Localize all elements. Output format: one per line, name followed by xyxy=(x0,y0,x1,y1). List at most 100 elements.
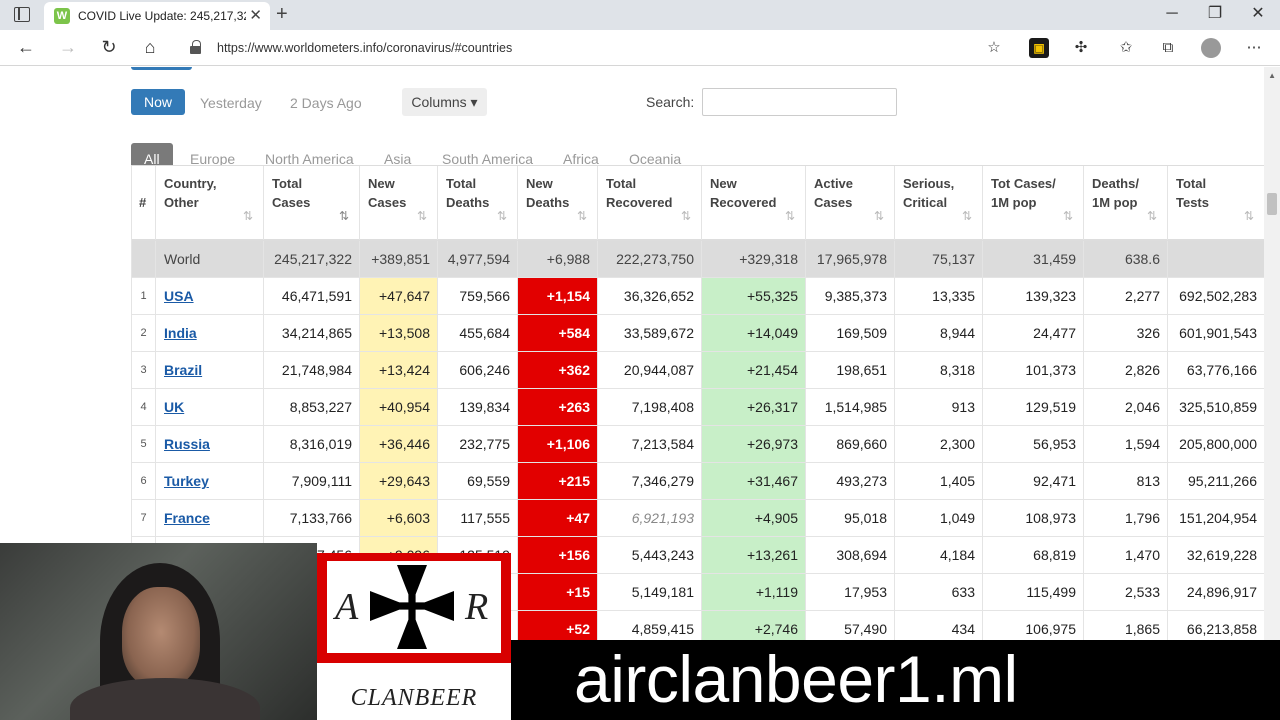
country-link[interactable]: USA xyxy=(164,288,194,304)
search-label: Search: xyxy=(646,94,695,110)
country-link[interactable]: France xyxy=(164,510,210,526)
header-deaths-per-1m[interactable]: Deaths/1M pop ⇅ xyxy=(1084,166,1168,240)
more-menu-icon[interactable]: ⋯ xyxy=(1244,38,1264,58)
collections-icon[interactable]: ⧉ xyxy=(1158,38,1178,58)
cell-total-deaths: 606,246 xyxy=(438,352,518,388)
cell-active-cases: 198,651 xyxy=(806,352,895,388)
header-new-cases-line2: Cases xyxy=(368,195,407,210)
window-close-icon[interactable]: ✕ xyxy=(1248,5,1268,23)
cell-serious-critical: 8,318 xyxy=(895,352,983,388)
cell-total-tests: 63,776,166 xyxy=(1168,352,1264,388)
search-input[interactable] xyxy=(702,88,897,116)
sort-icon: ⇅ xyxy=(576,209,587,223)
cell-active-cases: 17,953 xyxy=(806,574,895,610)
cell-total-cases: 245,217,322 xyxy=(264,241,360,277)
header-country[interactable]: Country, Other ⇅ xyxy=(156,166,264,240)
country-link[interactable]: Russia xyxy=(164,436,210,452)
cell-total-recovered: 20,944,087 xyxy=(598,352,702,388)
cell-deaths-per-1m: 2,277 xyxy=(1084,278,1168,314)
cell-new-recovered: +26,973 xyxy=(702,426,806,462)
cell-rank: 6 xyxy=(132,463,156,499)
favorites-icon[interactable]: ✩ xyxy=(1116,38,1136,58)
cell-new-cases: +6,603 xyxy=(360,500,438,536)
header-total-recovered-line2: Recovered xyxy=(606,195,673,210)
tab-actions-icon[interactable] xyxy=(14,7,30,22)
scroll-up-arrow-icon[interactable]: ▲ xyxy=(1268,71,1276,80)
cell-total-recovered: 7,346,279 xyxy=(598,463,702,499)
home-icon[interactable]: ⌂ xyxy=(139,37,161,57)
cell-deaths-per-1m: 813 xyxy=(1084,463,1168,499)
cell-rank: 5 xyxy=(132,426,156,462)
cell-new-cases: +29,643 xyxy=(360,463,438,499)
cell-total-tests: 325,510,859 xyxy=(1168,389,1264,425)
address-bar[interactable]: https://www.worldometers.info/coronaviru… xyxy=(176,34,1012,62)
cell-country: USA xyxy=(156,278,264,314)
sort-icon: ⇅ xyxy=(961,209,972,223)
cell-new-deaths: +15 xyxy=(518,574,598,610)
cell-country: Turkey xyxy=(156,463,264,499)
extension-icon[interactable]: ▣ xyxy=(1029,38,1049,58)
cell-total-recovered: 36,326,652 xyxy=(598,278,702,314)
cell-rank: 7 xyxy=(132,500,156,536)
cell-deaths-per-1m: 1,470 xyxy=(1084,537,1168,573)
table-row: 5 Russia 8,316,019 +36,446 232,775 +1,106 7,21… xyxy=(132,426,1264,463)
header-new-deaths[interactable]: New Deaths ⇅ xyxy=(518,166,598,240)
tab-close-icon[interactable]: ✕ xyxy=(249,8,262,24)
back-arrow-icon[interactable]: ← xyxy=(15,37,37,57)
browser-tab[interactable]: W COVID Live Update: 245,217,322 Ca ✕ xyxy=(44,2,270,30)
header-total-cases-line2: Cases xyxy=(272,195,311,210)
header-new-cases[interactable]: New Cases ⇅ xyxy=(360,166,438,240)
two-days-ago-button[interactable]: 2 Days Ago xyxy=(290,95,362,111)
forward-arrow-icon[interactable]: → xyxy=(57,37,79,57)
cell-total-deaths: 4,977,594 xyxy=(438,241,518,277)
cell-new-recovered: +31,467 xyxy=(702,463,806,499)
maximize-icon[interactable]: ❐ xyxy=(1205,5,1225,23)
lock-icon[interactable] xyxy=(190,40,201,54)
cell-serious-critical: 8,944 xyxy=(895,315,983,351)
yesterday-button[interactable]: Yesterday xyxy=(200,95,262,111)
url-text[interactable]: https://www.worldometers.info/coronaviru… xyxy=(217,41,512,55)
header-new-recovered[interactable]: New Recovered ⇅ xyxy=(702,166,806,240)
cell-total-tests: 205,800,000 xyxy=(1168,426,1264,462)
profile-avatar[interactable] xyxy=(1201,38,1221,58)
now-button[interactable]: Now xyxy=(131,89,185,115)
cell-new-cases: +13,508 xyxy=(360,315,438,351)
cell-serious-critical: 1,049 xyxy=(895,500,983,536)
header-total-recovered[interactable]: Total Recovered ⇅ xyxy=(598,166,702,240)
header-tot-cases-per-1m[interactable]: Tot Cases/1M pop ⇅ xyxy=(983,166,1084,240)
extensions-puzzle-icon[interactable]: ✣ xyxy=(1071,38,1091,58)
cell-new-recovered: +329,318 xyxy=(702,241,806,277)
cell-rank: 3 xyxy=(132,352,156,388)
cell-new-deaths: +215 xyxy=(518,463,598,499)
browser-toolbar: ← → ↻ ⌂ https://www.worldometers.info/co… xyxy=(0,30,1280,66)
header-total-tests[interactable]: Total Tests ⇅ xyxy=(1168,166,1264,240)
country-link[interactable]: India xyxy=(164,325,197,341)
country-link[interactable]: Brazil xyxy=(164,362,202,378)
new-tab-plus-icon[interactable]: + xyxy=(276,4,288,24)
cell-total-cases: 7,909,111 xyxy=(264,463,360,499)
cell-new-deaths: +47 xyxy=(518,500,598,536)
columns-dropdown[interactable]: Columns ▾ xyxy=(402,88,487,116)
refresh-icon[interactable]: ↻ xyxy=(98,37,120,57)
site-banner: airclanbeer1.ml xyxy=(511,640,1280,720)
sort-icon: ⇅ xyxy=(496,209,507,223)
cell-tot-cases-per-1m: 56,953 xyxy=(983,426,1084,462)
scrollbar-thumb[interactable] xyxy=(1267,193,1277,215)
cell-tot-cases-per-1m: 108,973 xyxy=(983,500,1084,536)
header-total-cases[interactable]: Total Cases ⇅ xyxy=(264,166,360,240)
header-rank[interactable]: # xyxy=(132,166,156,240)
header-serious-critical[interactable]: Serious, Critical ⇅ xyxy=(895,166,983,240)
minimize-icon[interactable]: ─ xyxy=(1162,5,1182,23)
country-link[interactable]: Turkey xyxy=(164,473,209,489)
header-total-deaths[interactable]: Total Deaths ⇅ xyxy=(438,166,518,240)
header-active-cases[interactable]: Active Cases ⇅ xyxy=(806,166,895,240)
cell-new-deaths: +1,106 xyxy=(518,426,598,462)
cell-total-recovered: 33,589,672 xyxy=(598,315,702,351)
country-link[interactable]: UK xyxy=(164,399,184,415)
add-favorite-star-icon[interactable]: ☆ xyxy=(984,38,1004,58)
cell-total-tests: 32,619,228 xyxy=(1168,537,1264,573)
cell-total-recovered: 5,149,181 xyxy=(598,574,702,610)
page-scrollbar[interactable]: ▲ xyxy=(1264,67,1280,720)
cell-new-deaths: +584 xyxy=(518,315,598,351)
cell-active-cases: 17,965,978 xyxy=(806,241,895,277)
